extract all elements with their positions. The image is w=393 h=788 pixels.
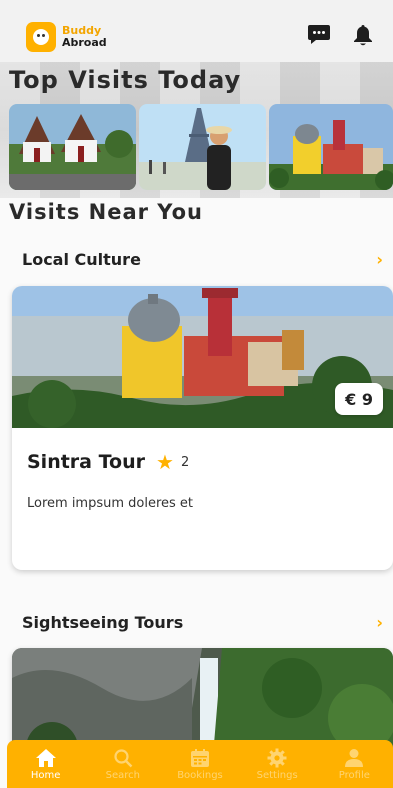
tour-description: Lorem impsum doleres et — [27, 496, 194, 511]
person-icon — [344, 748, 364, 768]
app-logo[interactable]: Buddy Abroad — [26, 22, 107, 52]
tour-title: Sintra Tour — [27, 451, 145, 473]
top-visit-thumb[interactable] — [139, 104, 266, 190]
app-header: Buddy Abroad — [0, 0, 393, 68]
bottom-nav: Home Search Bookings Settings Profile — [7, 740, 393, 788]
nav-label: Profile — [338, 769, 370, 781]
tour-card[interactable]: € 9 Sintra Tour ★ 2 Lorem impsum doleres… — [12, 286, 393, 570]
tour-rating: 2 — [180, 454, 190, 470]
category-label: Sightseeing Tours — [22, 612, 184, 632]
header-actions — [307, 24, 373, 46]
category-header-sightseeing-tours[interactable]: Sightseeing Tours › — [22, 610, 383, 634]
category-label: Local Culture — [22, 249, 141, 269]
tour-card-image: € 9 — [12, 286, 393, 428]
gear-icon — [267, 748, 287, 768]
star-icon: ★ — [156, 450, 174, 474]
nav-item-profile[interactable]: Profile — [319, 748, 389, 781]
calendar-icon — [190, 748, 210, 768]
home-icon — [35, 748, 57, 768]
nav-item-settings[interactable]: Settings — [242, 748, 312, 781]
nav-item-home[interactable]: Home — [11, 748, 81, 781]
nav-label: Home — [30, 769, 61, 781]
top-visits-title: Top Visits Today — [9, 66, 242, 94]
top-visits-banner: Top Visits Today — [0, 62, 393, 198]
bell-icon[interactable] — [353, 24, 373, 46]
logo-mascot-icon — [26, 22, 56, 52]
search-icon — [113, 748, 133, 768]
logo-line2: Abroad — [62, 36, 107, 49]
nav-item-bookings[interactable]: Bookings — [165, 748, 235, 781]
nav-item-search[interactable]: Search — [88, 748, 158, 781]
visits-near-you-title: Visits Near You — [9, 200, 203, 224]
price-badge: € 9 — [335, 383, 383, 415]
top-visit-thumb[interactable] — [9, 104, 136, 190]
logo-text: Buddy Abroad — [62, 25, 107, 49]
app-screen: Buddy Abroad Top Visits Today Visits Nea… — [0, 0, 393, 788]
top-visit-thumb[interactable] — [269, 104, 393, 190]
chevron-right-icon[interactable]: › — [376, 613, 383, 632]
category-header-local-culture[interactable]: Local Culture › — [22, 247, 383, 271]
nav-label: Settings — [256, 769, 298, 781]
nav-label: Search — [105, 769, 140, 781]
nav-label: Bookings — [177, 769, 223, 781]
chevron-right-icon[interactable]: › — [376, 250, 383, 269]
tour-title-row: Sintra Tour ★ 2 — [27, 450, 189, 474]
chat-icon[interactable] — [307, 24, 331, 46]
